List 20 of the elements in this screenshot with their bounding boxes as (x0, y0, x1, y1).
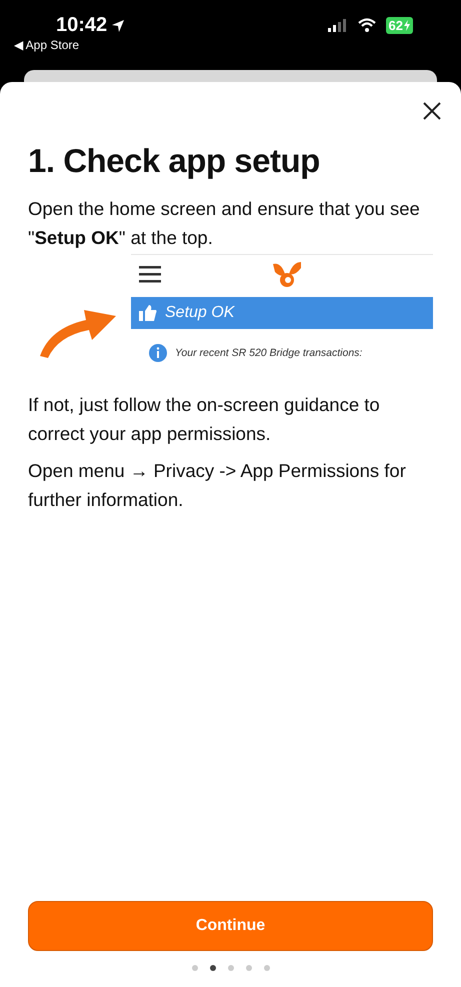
page-dot[interactable] (264, 965, 270, 971)
page-dot[interactable] (228, 965, 234, 971)
wifi-icon (358, 18, 376, 32)
page-dot[interactable] (192, 965, 198, 971)
step-title: 1. Check app setup (28, 142, 321, 180)
body-text: Open menu → Privacy -> App Permissions for further information. (28, 459, 407, 512)
clock-time: 10:42 (56, 14, 108, 37)
location-arrow-icon (111, 18, 126, 32)
intro-text: Open the home screen and ensure that you see "Setup OK" at the top. (28, 197, 421, 250)
page-dot[interactable] (246, 965, 252, 971)
wing-logo-icon (271, 260, 303, 290)
battery-indicator: 62 (386, 16, 413, 34)
thumbs-up-icon (139, 305, 157, 322)
notice-text: Your recent SR 520 Bridge transactions: (175, 346, 362, 359)
page-dot[interactable] (210, 965, 216, 971)
menu-icon (139, 264, 161, 283)
signal-icon (328, 18, 348, 32)
back-link[interactable]: ◀ App Store (14, 38, 126, 52)
banner-text: Setup OK (165, 304, 234, 322)
body-text: If not, just follow the on-screen guidance to correct your app permissions. (28, 393, 381, 446)
